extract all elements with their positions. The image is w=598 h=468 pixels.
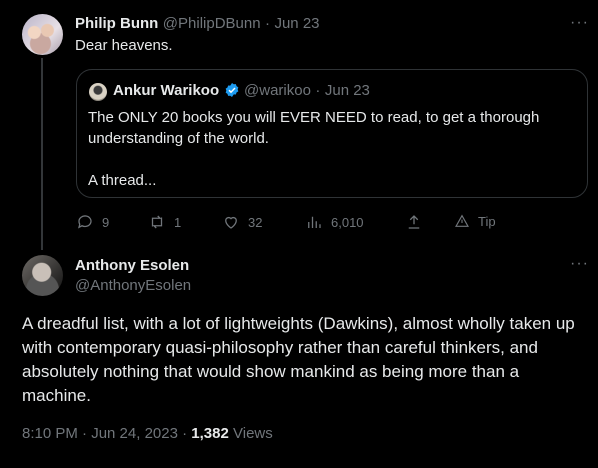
tweet1-date[interactable]: Jun 23	[274, 15, 319, 32]
tweet2-handle[interactable]: @AnthonyEsolen	[75, 277, 191, 294]
tweet1-author-name[interactable]: Philip Bunn	[75, 15, 158, 32]
quote-author-name: Ankur Warikoo	[113, 82, 220, 99]
tip-icon	[455, 214, 469, 227]
tweet1-text: Dear heavens.	[75, 37, 173, 54]
tweet1-handle[interactable]: @PhilipDBunn	[163, 15, 261, 32]
like-icon	[225, 216, 237, 229]
retweet-count: 1	[174, 214, 182, 230]
tweet2-more-options-icon[interactable]: ···	[570, 255, 589, 273]
tweet1-header: Philip Bunn @PhilipDBunn · Jun 23	[75, 15, 320, 33]
share-icon	[408, 215, 420, 229]
tip-button[interactable]: Tip	[454, 213, 496, 229]
tweet2-timestamp[interactable]: 8:10 PM · Jun 24, 2023 ·	[22, 425, 187, 442]
thread-connector-line	[41, 58, 43, 250]
reply-count: 9	[102, 214, 110, 230]
share-button[interactable]	[405, 213, 423, 231]
views-icon	[308, 216, 321, 228]
reply-button[interactable]: 9	[76, 213, 109, 231]
views-button[interactable]: 6,010	[305, 213, 364, 231]
quote-text: The ONLY 20 books you will EVER NEED to …	[88, 109, 540, 189]
retweet-button[interactable]: 1	[148, 213, 181, 231]
tweet2-metadata: 8:10 PM · Jun 24, 2023 · 1,382 Views	[22, 425, 273, 442]
tweet2-author-name[interactable]: Anthony Esolen	[75, 257, 189, 274]
like-count: 32	[248, 214, 263, 230]
tweet1-separator: ·	[265, 15, 271, 32]
tweet2-views-count: 1,382	[191, 425, 229, 442]
tweet1-more-options-icon[interactable]: ···	[570, 14, 589, 32]
tip-label: Tip	[478, 213, 496, 229]
verified-badge-icon	[224, 82, 240, 98]
reply-icon	[78, 215, 92, 229]
quote-separator: ·	[315, 82, 321, 99]
views-count: 6,010	[331, 214, 364, 230]
quoted-tweet-card[interactable]: Ankur Warikoo @warikoo · Jun 23 The ONLY…	[76, 69, 588, 198]
tweet2-text: A dreadful list, with a lot of lightweig…	[22, 314, 575, 405]
quote-handle: @warikoo	[244, 82, 311, 99]
ankur-warikoo-avatar	[89, 83, 107, 101]
quote-header: Ankur Warikoo @warikoo · Jun 23	[113, 82, 370, 100]
like-button[interactable]: 32	[222, 213, 262, 231]
retweet-icon	[151, 215, 163, 229]
philip-bunn-avatar[interactable]	[22, 14, 63, 55]
quote-date: Jun 23	[324, 82, 370, 99]
tweet2-views-label: Views	[233, 425, 273, 442]
anthony-esolen-avatar[interactable]	[22, 255, 63, 296]
